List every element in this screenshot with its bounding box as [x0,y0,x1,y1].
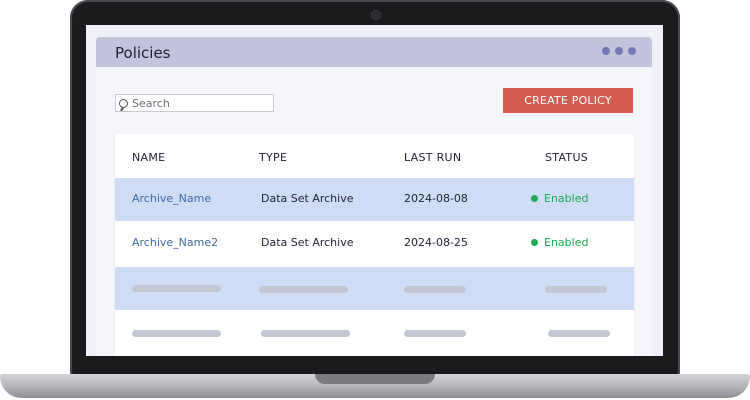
table-row[interactable]: Archive_Name2 Data Set Archive 2024-08-2… [115,222,634,265]
laptop-screen: Policies CREATE POLICY NAME TYPE LAST RU… [86,25,663,356]
skeleton-bar [259,286,348,293]
status-dot-icon [531,195,538,202]
more-options-icon[interactable] [602,47,636,55]
skeleton-bar [404,286,466,293]
webcam [371,10,381,20]
skeleton-bar [261,330,350,337]
policy-name-link[interactable]: Archive_Name2 [132,236,218,249]
skeleton-bar [404,330,466,337]
policy-type: Data Set Archive [261,236,354,249]
column-header-status[interactable]: STATUS [545,151,588,164]
search-input[interactable] [128,96,272,110]
dot-icon [615,47,623,55]
placeholder-row [115,311,634,354]
policy-name-link[interactable]: Archive_Name [132,192,211,205]
create-policy-button[interactable]: CREATE POLICY [503,88,633,113]
skeleton-bar [132,330,221,337]
column-header-name[interactable]: NAME [132,151,165,164]
policies-table: NAME TYPE LAST RUN STATUS Archive_Name D… [115,134,634,356]
policy-type: Data Set Archive [261,192,354,205]
column-header-last-run[interactable]: LAST RUN [404,151,461,164]
policies-panel: Policies CREATE POLICY NAME TYPE LAST RU… [96,37,652,356]
skeleton-bar [132,285,221,292]
skeleton-bar [548,330,610,337]
search-icon [119,98,128,108]
page-title: Policies [115,44,171,62]
status-badge: Enabled [544,236,589,249]
dot-icon [602,47,610,55]
column-header-type[interactable]: TYPE [259,151,287,164]
search-box[interactable] [115,94,274,112]
laptop-hinge-notch [315,374,435,384]
skeleton-bar [545,286,607,293]
status-badge: Enabled [544,192,589,205]
table-row[interactable]: Archive_Name Data Set Archive 2024-08-08… [115,178,634,221]
last-run-date: 2024-08-08 [404,192,468,205]
dot-icon [628,47,636,55]
status-dot-icon [531,239,538,246]
last-run-date: 2024-08-25 [404,236,468,249]
panel-header: Policies [96,37,652,67]
placeholder-row [115,267,634,310]
